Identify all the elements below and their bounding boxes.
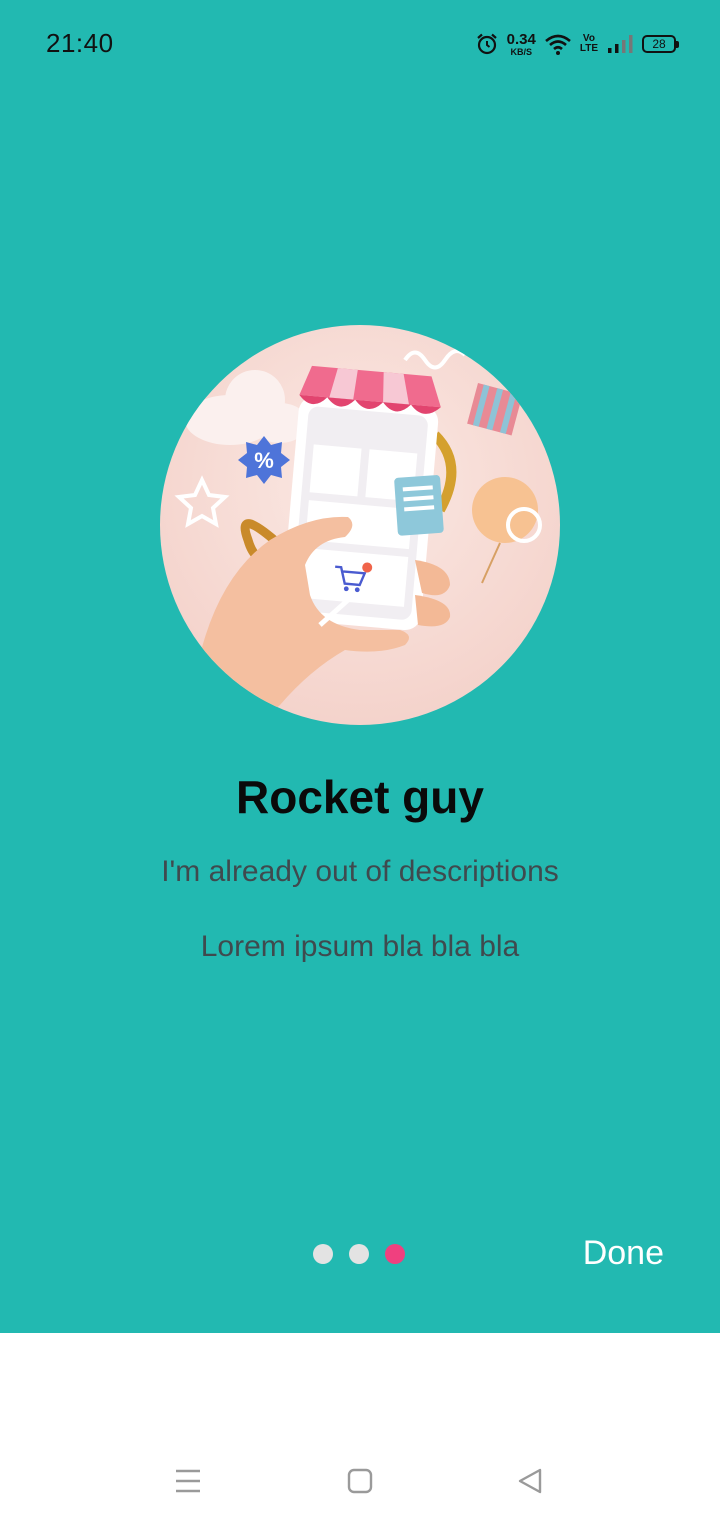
battery-icon: 28 [642, 35, 679, 53]
volte-indicator: Vo LTE [580, 34, 598, 54]
network-speed-unit: KB/S [510, 46, 532, 57]
status-time: 21:40 [46, 28, 114, 58]
back-icon[interactable] [510, 1461, 550, 1501]
shop-phone-illustration-svg: % [160, 325, 560, 725]
signal-icon [606, 33, 634, 55]
page-dot-2[interactable] [349, 1244, 369, 1264]
onboarding-title: Rocket guy [236, 771, 484, 823]
done-button[interactable]: Done [583, 1234, 664, 1273]
menu-icon[interactable] [168, 1461, 208, 1501]
page-dot-3-active[interactable] [385, 1244, 405, 1264]
system-nav-bar [0, 1333, 720, 1520]
page-dot-1[interactable] [313, 1244, 333, 1264]
wifi-icon [544, 32, 572, 56]
onboarding-screen: 21:40 0.34 KB/S Vo LTE 28 % Rocket guy I… [0, 0, 720, 1333]
volte-bottom: LTE [579, 43, 598, 54]
onboarding-subtitle: I'm already out of descriptions [161, 855, 559, 888]
home-icon[interactable] [340, 1461, 380, 1501]
network-speed-value: 0.34 [506, 30, 536, 48]
onboarding-body: Lorem ipsum bla bla bla [200, 930, 520, 963]
network-speed: 0.34 KB/S [507, 32, 536, 57]
battery-level: 28 [652, 37, 666, 51]
status-icons: 0.34 KB/S Vo LTE 28 [475, 28, 679, 60]
alarm-icon [475, 32, 499, 56]
status-bar: 21:40 0.34 KB/S Vo LTE 28 [0, 0, 720, 88]
onboarding-illustration: % [160, 325, 560, 725]
page-indicator [313, 1244, 405, 1264]
svg-text:%: % [254, 448, 274, 473]
